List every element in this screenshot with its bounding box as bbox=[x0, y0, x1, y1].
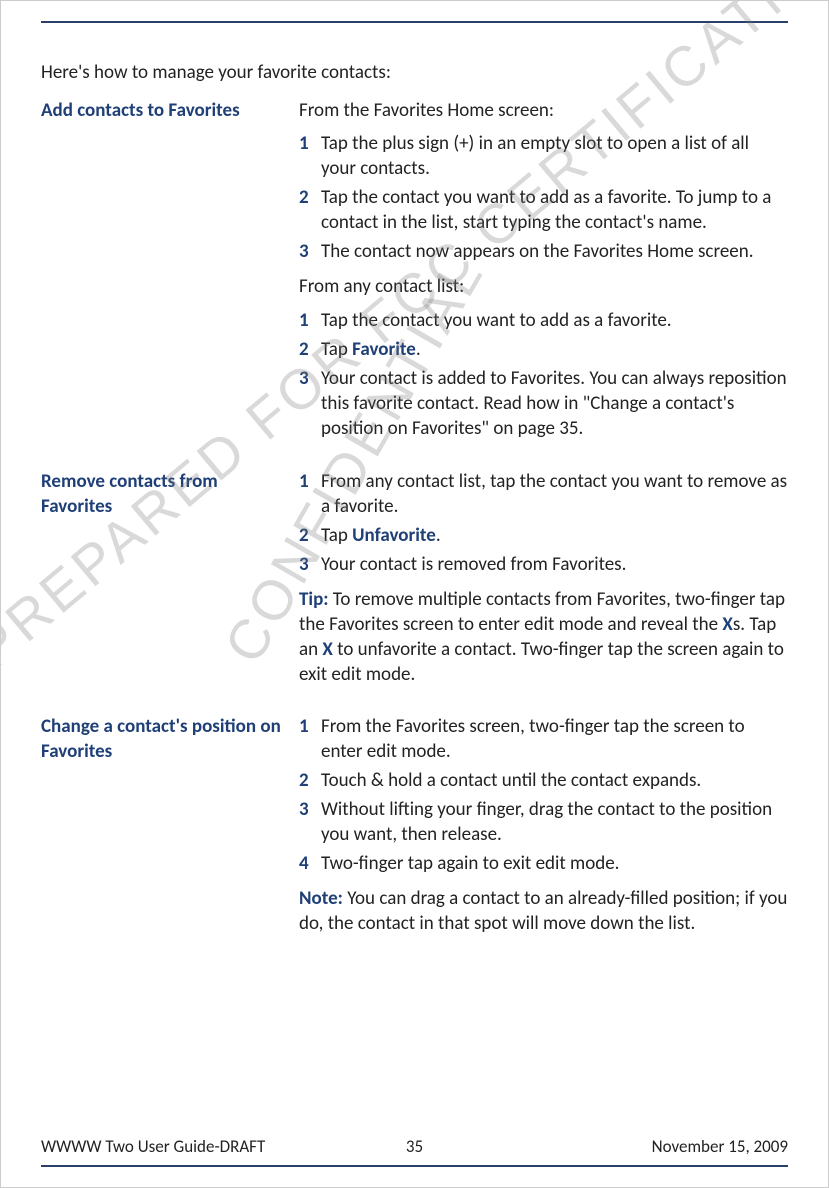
text: To remove multiple contacts from Favorit… bbox=[299, 588, 785, 636]
steps-list: 1Tap the plus sign (+) in an empty slot … bbox=[299, 131, 788, 264]
section-body: From the Favorites Home screen: 1Tap the… bbox=[299, 98, 788, 451]
step-num: 2 bbox=[299, 768, 321, 793]
step-text: The contact now appears on the Favorites… bbox=[321, 239, 788, 264]
step-num: 1 bbox=[299, 469, 321, 519]
lead: From any contact list: bbox=[299, 274, 788, 299]
step-num: 1 bbox=[299, 308, 321, 333]
step-num: 3 bbox=[299, 366, 321, 441]
step: 1From the Favorites screen, two-finger t… bbox=[299, 714, 788, 764]
step-num: 3 bbox=[299, 552, 321, 577]
note: Note: You can drag a contact to an alrea… bbox=[299, 886, 788, 936]
step: 2Tap Favorite. bbox=[299, 337, 788, 362]
keyword-unfavorite: Unfavorite bbox=[352, 524, 436, 547]
step-text: Two-finger tap again to exit edit mode. bbox=[321, 851, 788, 876]
step: 3The contact now appears on the Favorite… bbox=[299, 239, 788, 264]
tip-label: Tip: bbox=[299, 588, 329, 611]
step: 2Tap Unfavorite. bbox=[299, 523, 788, 548]
section-label: Remove contacts from Favorites bbox=[41, 469, 299, 696]
step-text: From the Favorites screen, two-finger ta… bbox=[321, 714, 788, 764]
note-label: Note: bbox=[299, 887, 343, 910]
steps-list: 1From the Favorites screen, two-finger t… bbox=[299, 714, 788, 876]
footer: WWWW Two User Guide-DRAFT 35 November 15… bbox=[41, 1136, 788, 1157]
step-num: 2 bbox=[299, 337, 321, 362]
lead: From the Favorites Home screen: bbox=[299, 98, 788, 123]
step: 2Tap the contact you want to add as a fa… bbox=[299, 185, 788, 235]
text: Tap bbox=[321, 338, 352, 361]
section-add: Add contacts to Favorites From the Favor… bbox=[41, 98, 788, 451]
step-text: Touch & hold a contact until the contact… bbox=[321, 768, 788, 793]
step: 4Two-finger tap again to exit edit mode. bbox=[299, 851, 788, 876]
step-text: Your contact is added to Favorites. You … bbox=[321, 366, 788, 441]
x-icon: X bbox=[722, 613, 732, 636]
step-num: 2 bbox=[299, 185, 321, 235]
step: 3Without lifting your finger, drag the c… bbox=[299, 797, 788, 847]
step-text: Tap Favorite. bbox=[321, 337, 788, 362]
section-label: Change a contact's position on Favorites bbox=[41, 714, 299, 945]
page: PREPARED FOR FCC CERTIFICATION CONFIDENT… bbox=[0, 0, 829, 1188]
text: Tap bbox=[321, 524, 352, 547]
step: 2Touch & hold a contact until the contac… bbox=[299, 768, 788, 793]
step-num: 3 bbox=[299, 239, 321, 264]
text: . bbox=[436, 524, 441, 547]
keyword-favorite: Favorite bbox=[352, 338, 416, 361]
text: You can drag a contact to an already-fil… bbox=[299, 887, 787, 935]
step: 3Your contact is removed from Favorites. bbox=[299, 552, 788, 577]
section-label: Add contacts to Favorites bbox=[41, 98, 299, 451]
step: 1From any contact list, tap the contact … bbox=[299, 469, 788, 519]
step-num: 1 bbox=[299, 131, 321, 181]
steps-list: 1From any contact list, tap the contact … bbox=[299, 469, 788, 577]
section-body: 1From any contact list, tap the contact … bbox=[299, 469, 788, 696]
text: to unfavorite a contact. Two-finger tap … bbox=[299, 638, 784, 686]
step-num: 3 bbox=[299, 797, 321, 847]
step: 1Tap the plus sign (+) in an empty slot … bbox=[299, 131, 788, 181]
step: 1Tap the contact you want to add as a fa… bbox=[299, 308, 788, 333]
step-text: Tap Unfavorite. bbox=[321, 523, 788, 548]
x-icon: X bbox=[322, 638, 332, 661]
step-text: From any contact list, tap the contact y… bbox=[321, 469, 788, 519]
intro-text: Here's how to manage your favorite conta… bbox=[41, 61, 788, 84]
step-num: 4 bbox=[299, 851, 321, 876]
top-rule bbox=[41, 21, 788, 23]
steps-list: 1Tap the contact you want to add as a fa… bbox=[299, 308, 788, 441]
footer-page-number: 35 bbox=[41, 1136, 788, 1157]
content: Add contacts to Favorites From the Favor… bbox=[41, 98, 788, 944]
section-body: 1From the Favorites screen, two-finger t… bbox=[299, 714, 788, 945]
step: 3Your contact is added to Favorites. You… bbox=[299, 366, 788, 441]
section-change: Change a contact's position on Favorites… bbox=[41, 714, 788, 945]
bottom-rule bbox=[41, 1165, 788, 1167]
step-text: Tap the plus sign (+) in an empty slot t… bbox=[321, 131, 788, 181]
step-text: Your contact is removed from Favorites. bbox=[321, 552, 788, 577]
section-remove: Remove contacts from Favorites 1From any… bbox=[41, 469, 788, 696]
step-text: Tap the contact you want to add as a fav… bbox=[321, 308, 788, 333]
step-text: Without lifting your finger, drag the co… bbox=[321, 797, 788, 847]
step-num: 2 bbox=[299, 523, 321, 548]
tip: Tip: To remove multiple contacts from Fa… bbox=[299, 587, 788, 687]
step-num: 1 bbox=[299, 714, 321, 764]
text: . bbox=[416, 338, 421, 361]
step-text: Tap the contact you want to add as a fav… bbox=[321, 185, 788, 235]
